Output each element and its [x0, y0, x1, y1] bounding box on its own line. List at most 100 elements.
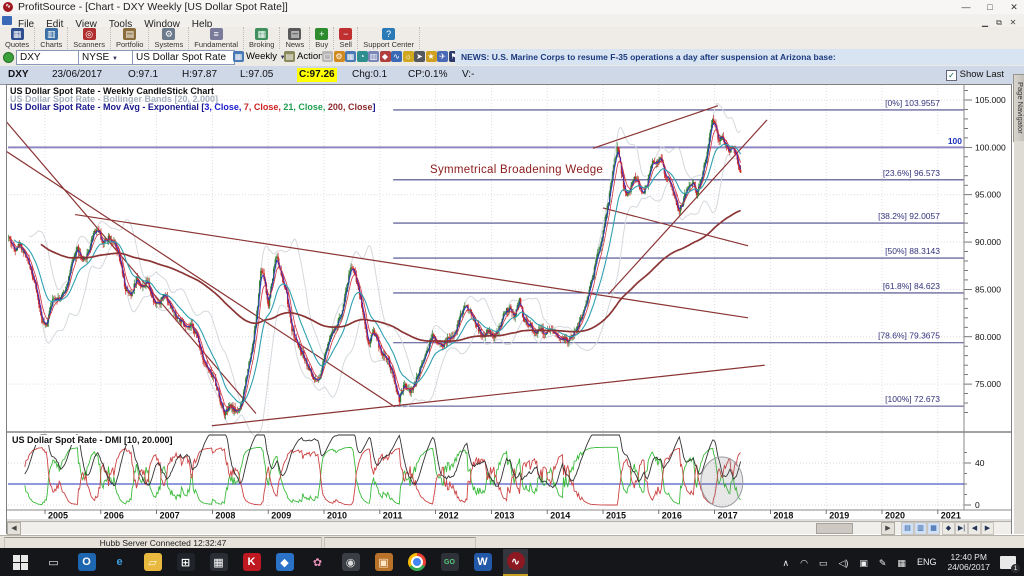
sell-button[interactable]: −Sell	[334, 27, 358, 49]
symbol-name-input[interactable]: US Dollar Spot Rate	[132, 50, 235, 65]
x-axis-year-label: 2005	[48, 511, 68, 521]
fib-label: [23.6%] 96.573	[883, 168, 940, 178]
flower-app-icon[interactable]: ✿	[305, 550, 330, 575]
send-icon[interactable]: ✈	[437, 51, 448, 62]
chart-panel[interactable]: 75.00080.00085.00090.00095.000100.000105…	[6, 84, 1014, 534]
quote-bar: DXY 23/06/2017 O:97.1 H:97.87 L:97.05 C:…	[0, 66, 1024, 85]
quotes-button[interactable]: ▦Quotes	[0, 27, 35, 49]
layout-icon[interactable]: ▥	[368, 51, 379, 62]
x-axis-year-label: 2008	[215, 511, 235, 521]
systems-icon: ⚙	[162, 28, 175, 40]
new-page-icon[interactable]: ▢	[322, 51, 333, 62]
quote-close: C:97.26	[297, 68, 337, 82]
x-axis-year-label: 2021	[941, 511, 961, 521]
outlook-icon[interactable]: O	[74, 550, 99, 575]
wifi-icon[interactable]: ◠	[800, 558, 808, 568]
display-icon[interactable]: ▭	[819, 558, 828, 568]
system-tray: ∧ ◠ ▭ ◁) ▣ ✎ ▦ ENG 12:40 PM24/06/2017 1	[782, 548, 1024, 576]
pointer-icon[interactable]: ➤	[414, 51, 425, 62]
scroll-right-button[interactable]: ▶	[881, 522, 895, 535]
svg-text:40: 40	[975, 458, 985, 468]
jump-button[interactable]: ◆	[942, 522, 955, 535]
scrollbar-thumb[interactable]	[816, 523, 853, 534]
start-button[interactable]	[8, 550, 33, 575]
go-end-button[interactable]: ▶|	[955, 522, 968, 535]
svg-text:90.000: 90.000	[975, 237, 1001, 247]
show-last-checkbox[interactable]: ✓ Show Last	[946, 69, 1004, 81]
fundamental-button[interactable]: ≡Fundamental	[189, 27, 244, 49]
x-axis-year-label: 2011	[383, 511, 403, 521]
language-indicator[interactable]: ENG	[917, 557, 937, 567]
exchange-dropdown[interactable]: NYSE ▼	[78, 50, 134, 65]
page-navigator-tab[interactable]: Page Navigator	[1013, 74, 1024, 142]
symbol-input[interactable]: DXY	[16, 50, 80, 65]
task-view-icon[interactable]: ▭	[41, 550, 66, 575]
tools-icon[interactable]: ◆	[380, 51, 391, 62]
pattern-annotation: Symmetrical Broadening Wedge	[430, 164, 603, 176]
file-explorer-icon[interactable]: ▱	[140, 550, 165, 575]
favorites-icon[interactable]: ★	[426, 51, 437, 62]
x-axis-year-label: 2010	[327, 511, 347, 521]
quote-low: L:97.05	[240, 68, 273, 82]
camera-app-icon[interactable]: ◉	[338, 550, 363, 575]
taskbar-clock[interactable]: 12:40 PM24/06/2017	[947, 552, 990, 572]
minimize-button[interactable]: —	[958, 1, 974, 13]
kaspersky-icon[interactable]: K	[239, 550, 264, 575]
settings-icon[interactable]: ⚙	[334, 51, 345, 62]
quote-change-pct: CP:0.1%	[408, 68, 447, 82]
defender-icon[interactable]: ◆	[272, 550, 297, 575]
broking-button[interactable]: ▦Broking	[244, 27, 280, 49]
action-center-icon[interactable]: 1	[1000, 556, 1016, 569]
globe-icon[interactable]: ◔	[357, 51, 368, 62]
zoom-reset-button[interactable]: ▦	[927, 522, 940, 535]
photos-icon[interactable]: ▣	[371, 550, 396, 575]
period-dropdown[interactable]: Weekly ▼	[246, 51, 286, 62]
portfolio-button[interactable]: ▤Portfolio	[111, 27, 150, 49]
word-icon[interactable]: W	[470, 550, 495, 575]
hidden-icons-chevron[interactable]: ∧	[782, 558, 789, 568]
zoom-out-button[interactable]: ▥	[914, 522, 927, 535]
buy-button[interactable]: +Buy	[310, 27, 334, 49]
go-app-icon[interactable]: GO	[437, 550, 462, 575]
support-center-button[interactable]: ?Support Center	[358, 27, 420, 49]
close-button[interactable]: ✕	[1006, 1, 1022, 13]
systems-button[interactable]: ⚙Systems	[149, 27, 189, 49]
charts-icon: ▥	[45, 28, 58, 40]
profitsource-icon[interactable]: ∿	[503, 549, 528, 576]
symbol-bar: DXY NYSE ▼ US Dollar Spot Rate ▦ Weekly …	[0, 49, 1024, 67]
quote-window-icon[interactable]: ▦	[345, 51, 356, 62]
svg-text:80.000: 80.000	[975, 332, 1001, 342]
notification-badge: 1	[1011, 564, 1020, 573]
edge-icon[interactable]: e	[107, 550, 132, 575]
idea-icon[interactable]: ☼	[403, 51, 414, 62]
price-chart-svg[interactable]: 75.00080.00085.00090.00095.000100.000105…	[6, 84, 1012, 534]
ma-legend-part: 3, Close,	[204, 102, 244, 112]
step-forward-button[interactable]: ▶	[981, 522, 994, 535]
store-icon[interactable]: ⊞	[173, 550, 198, 575]
zoom-in-button[interactable]: ▤	[901, 522, 914, 535]
news-button[interactable]: ▤News	[280, 27, 310, 49]
chrome-icon[interactable]	[404, 550, 429, 575]
main-toolbar: ▦Quotes▥Charts◎Scanners▤Portfolio⚙System…	[0, 27, 1024, 50]
step-back-button[interactable]: ◀	[968, 522, 981, 535]
news-ticker[interactable]: NEWS: U.S. Marine Corps to resume F-35 o…	[455, 49, 1024, 65]
volume-icon[interactable]: ◁)	[838, 558, 848, 568]
pen-icon[interactable]: ✎	[879, 558, 887, 568]
maximize-button[interactable]: □	[982, 1, 998, 13]
svg-text:105.000: 105.000	[975, 95, 1006, 105]
camera-tray-icon[interactable]: ▣	[859, 558, 868, 568]
scanners-button[interactable]: ◎Scanners	[68, 27, 111, 49]
line-chart-icon[interactable]: ∿	[391, 51, 402, 62]
portfolio-icon: ▤	[123, 28, 136, 40]
charts-button[interactable]: ▥Charts	[35, 27, 68, 49]
menu-bar: FileEditViewToolsWindowHelp ▁⧉✕	[0, 14, 1024, 28]
toolbar-label: Portfolio	[116, 40, 144, 49]
touch-keyboard-icon[interactable]: ▦	[897, 558, 906, 568]
fib-label: [61.8%] 84.623	[883, 281, 940, 291]
scroll-left-button[interactable]: ◀	[7, 522, 21, 535]
x-axis-year-label: 2007	[160, 511, 180, 521]
ma-legend-part: 21, Close,	[283, 102, 328, 112]
calculator-icon[interactable]: ▦	[206, 550, 231, 575]
toolbar-label: Scanners	[73, 40, 105, 49]
chart-window-icon	[2, 16, 12, 25]
